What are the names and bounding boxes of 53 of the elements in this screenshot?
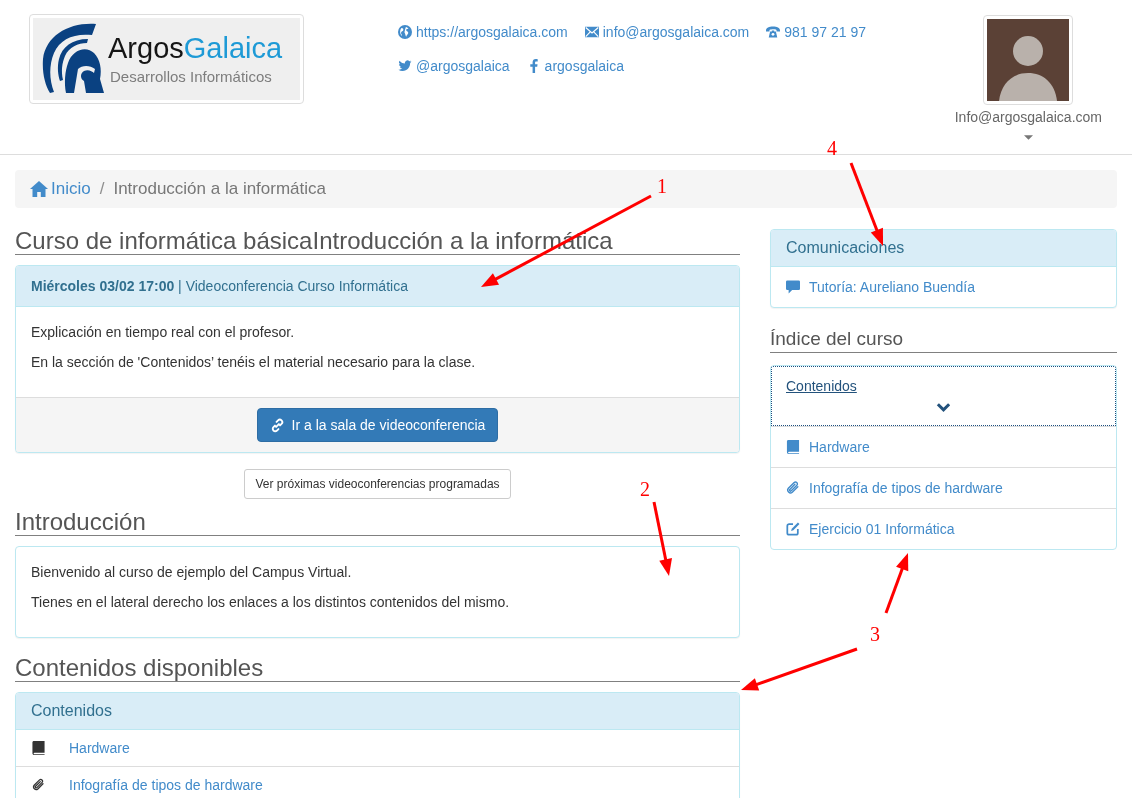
content-link[interactable]: Infografía de tipos de hardware [69, 775, 263, 795]
content-link[interactable]: Hardware [69, 738, 130, 758]
annotation-arrow [884, 553, 909, 614]
contact-link[interactable]: https://argosgalaica.com [398, 22, 568, 42]
index-item[interactable]: Infografía de tipos de hardware [771, 467, 1116, 508]
contact-link[interactable]: info@argosgalaica.com [584, 22, 750, 42]
panel-heading: Contenidos [16, 693, 739, 730]
annotation-number: 1 [657, 175, 667, 197]
annotation-number: 3 [870, 623, 880, 645]
index-item[interactable]: Ejercicio 01 Informática [771, 508, 1116, 549]
edit-icon [786, 522, 800, 536]
annotation-number: 4 [827, 137, 837, 159]
logo-frame[interactable]: ArgosGalaica Desarrollos Informáticos [29, 14, 304, 104]
panel-text: En la sección de 'Contenidos’ tenéis el material necesario para la clase. [31, 353, 477, 372]
home-icon [30, 181, 48, 197]
panel-text: Explicación en tiempo real con el profesor. [31, 323, 296, 342]
section-link[interactable]: Contenidos [786, 376, 857, 396]
tutor-link[interactable]: Tutoría: Aureliano Buendía [771, 267, 1116, 307]
logo-name-first-part: Argos [108, 32, 184, 64]
annotation-number: 2 [640, 478, 650, 500]
globe-icon [398, 25, 412, 39]
breadcrumb-current-page: Introducción a la informática [113, 179, 327, 199]
book-icon [32, 741, 45, 755]
panel-heading: Comunicaciones [771, 230, 1116, 267]
caret-icon[interactable] [1023, 135, 1033, 140]
link-icon [269, 417, 285, 433]
breadcrumb-link[interactable]: Inicio [30, 179, 91, 199]
chevron-down-icon[interactable] [936, 402, 951, 412]
join-room-button[interactable]: Ir a la sala de videoconferencia [256, 408, 499, 442]
section-title: Introducción [15, 509, 740, 536]
contact-link[interactable]: 981 97 21 97 [766, 22, 866, 42]
phone-icon [766, 25, 781, 39]
logo-name-second-part: Galaica [183, 32, 283, 64]
book-icon [786, 440, 800, 454]
section-title: Contenidos disponibles [15, 655, 740, 682]
bird-icon [398, 59, 412, 73]
panel-text: Tienes en el lateral derecho los enlaces a los distintos contenidos del mismo. [31, 593, 511, 612]
index-section-item[interactable]: Contenidos [771, 366, 1116, 426]
index-item[interactable]: Hardware [771, 426, 1116, 467]
schedule-button[interactable]: Ver próximas videoconferencias programadas [244, 469, 511, 499]
panel-text: Bienvenido al curso de ejemplo del Campus Virtual. [31, 563, 353, 582]
chat-bubble-icon [786, 280, 800, 294]
section-title: Índice del curso [770, 328, 1117, 353]
logo-tagline: Desarrollos Informáticos [109, 68, 273, 86]
contact-link[interactable]: @argosgalaica [398, 56, 510, 76]
envelope-icon [584, 25, 599, 39]
user-name-link[interactable]: Info@argosgalaica.com [954, 107, 1102, 127]
breadcrumb-separator: / [98, 179, 106, 199]
helmet-logo-icon [40, 23, 104, 95]
paperclip-icon [32, 778, 45, 792]
paperclip-icon [786, 481, 800, 495]
contact-link[interactable]: argosgalaica [526, 56, 624, 76]
event-heading: Miércoles 03/02 17:00 | Videoconferencia Curso Informática [16, 266, 739, 307]
